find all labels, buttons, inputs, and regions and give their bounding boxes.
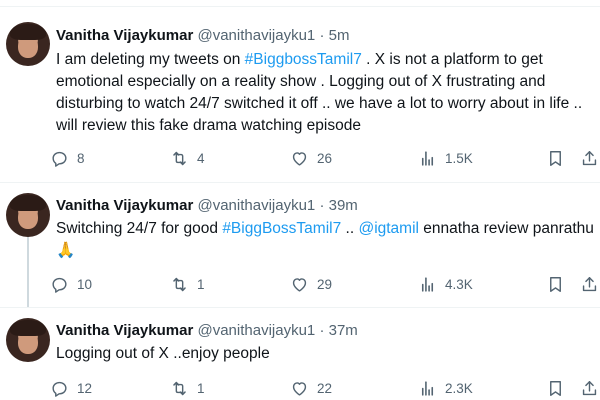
separator-dot: · bbox=[319, 322, 325, 339]
heart-icon bbox=[292, 381, 307, 396]
tweet-1[interactable]: Vanitha Vijaykumar @vanithavijayku1 · 5m… bbox=[0, 0, 600, 182]
bookmark-icon bbox=[550, 150, 561, 166]
reply-button[interactable]: 10 bbox=[50, 274, 92, 294]
author-handle[interactable]: @vanithavijayku1 bbox=[197, 27, 315, 44]
author-name[interactable]: Vanitha Vijaykumar bbox=[56, 322, 193, 339]
retweet-count: 4 bbox=[197, 150, 205, 166]
retweet-button[interactable]: 1 bbox=[170, 378, 205, 398]
heart-icon bbox=[292, 151, 307, 166]
tweet-text-part: Logging out of X ..enjoy people bbox=[56, 345, 270, 362]
heart-icon bbox=[292, 277, 307, 292]
tweet-actions: 8 4 26 1.5K bbox=[50, 148, 600, 168]
like-count: 29 bbox=[317, 276, 333, 292]
separator-dot: · bbox=[319, 27, 325, 44]
timestamp[interactable]: 39m bbox=[329, 197, 358, 214]
bookmark-button[interactable] bbox=[546, 274, 565, 294]
like-count: 22 bbox=[317, 380, 333, 396]
author-handle[interactable]: @vanithavijayku1 bbox=[197, 197, 315, 214]
timestamp[interactable]: 5m bbox=[329, 27, 350, 44]
tweet-header: Vanitha Vijaykumar @vanithavijayku1 · 5m bbox=[56, 27, 349, 44]
tweet-text: Switching 24/7 for good #BiggBossTamil7 … bbox=[56, 218, 596, 262]
bookmark-button[interactable] bbox=[546, 378, 565, 398]
views-count: 4.3K bbox=[445, 276, 473, 292]
share-button[interactable] bbox=[580, 148, 599, 168]
share-icon bbox=[582, 150, 597, 165]
retweet-button[interactable]: 1 bbox=[170, 274, 205, 294]
views-button[interactable]: 1.5K bbox=[418, 148, 473, 168]
tweet-text-part: .. bbox=[341, 220, 359, 237]
author-name[interactable]: Vanitha Vijaykumar bbox=[56, 197, 193, 214]
reply-icon bbox=[52, 277, 67, 293]
bookmark-icon bbox=[550, 380, 561, 396]
like-button[interactable]: 22 bbox=[290, 378, 332, 398]
retweet-icon bbox=[173, 277, 186, 291]
share-icon bbox=[582, 276, 597, 291]
retweet-count: 1 bbox=[197, 380, 205, 396]
views-icon bbox=[421, 276, 434, 292]
tweet-text-part: I am deleting my tweets on bbox=[56, 51, 245, 68]
author-handle[interactable]: @vanithavijayku1 bbox=[197, 322, 315, 339]
avatar[interactable] bbox=[6, 22, 50, 66]
retweet-icon bbox=[173, 381, 186, 395]
reply-button[interactable]: 12 bbox=[50, 378, 92, 398]
retweet-count: 1 bbox=[197, 276, 205, 292]
share-button[interactable] bbox=[580, 274, 599, 294]
hashtag-link[interactable]: #BiggBossTamil7 bbox=[222, 220, 341, 237]
share-icon bbox=[582, 380, 597, 395]
avatar[interactable] bbox=[6, 193, 50, 237]
share-button[interactable] bbox=[580, 378, 599, 398]
tweet-text: Logging out of X ..enjoy people bbox=[56, 343, 596, 365]
like-button[interactable]: 26 bbox=[290, 148, 332, 168]
reply-count: 12 bbox=[77, 380, 93, 396]
like-button[interactable]: 29 bbox=[290, 274, 332, 294]
timestamp[interactable]: 37m bbox=[329, 322, 358, 339]
like-count: 26 bbox=[317, 150, 333, 166]
retweet-button[interactable]: 4 bbox=[170, 148, 205, 168]
author-name[interactable]: Vanitha Vijaykumar bbox=[56, 27, 193, 44]
bookmark-button[interactable] bbox=[546, 148, 565, 168]
views-button[interactable]: 4.3K bbox=[418, 274, 473, 294]
mention-link[interactable]: @igtamil bbox=[358, 220, 419, 237]
tweet-text: I am deleting my tweets on #BiggbossTami… bbox=[56, 49, 596, 137]
hashtag-link[interactable]: #BiggbossTamil7 bbox=[245, 51, 362, 68]
reply-count: 10 bbox=[77, 276, 93, 292]
reply-icon bbox=[52, 381, 67, 397]
views-icon bbox=[421, 150, 434, 166]
reply-button[interactable]: 8 bbox=[50, 148, 85, 168]
reply-icon bbox=[52, 151, 67, 167]
thread-line bbox=[27, 231, 29, 307]
views-count: 2.3K bbox=[445, 380, 473, 396]
tweet-actions: 10 1 29 4.3K bbox=[50, 274, 600, 294]
avatar[interactable] bbox=[6, 318, 50, 362]
views-count: 1.5K bbox=[445, 150, 473, 166]
tweet-actions: 12 1 22 2.3K bbox=[50, 378, 600, 398]
tweet-2[interactable]: Vanitha Vijaykumar @vanithavijayku1 · 39… bbox=[0, 183, 600, 307]
tweet-text-part: Switching 24/7 for good bbox=[56, 220, 223, 237]
bookmark-icon bbox=[550, 276, 561, 292]
tweet-3[interactable]: Vanitha Vijaykumar @vanithavijayku1 · 37… bbox=[0, 308, 600, 400]
reply-count: 8 bbox=[77, 150, 85, 166]
separator-dot: · bbox=[319, 197, 325, 214]
views-icon bbox=[421, 380, 434, 396]
views-button[interactable]: 2.3K bbox=[418, 378, 473, 398]
retweet-icon bbox=[173, 151, 186, 165]
tweet-header: Vanitha Vijaykumar @vanithavijayku1 · 37… bbox=[56, 322, 358, 339]
tweet-header: Vanitha Vijaykumar @vanithavijayku1 · 39… bbox=[56, 197, 358, 214]
